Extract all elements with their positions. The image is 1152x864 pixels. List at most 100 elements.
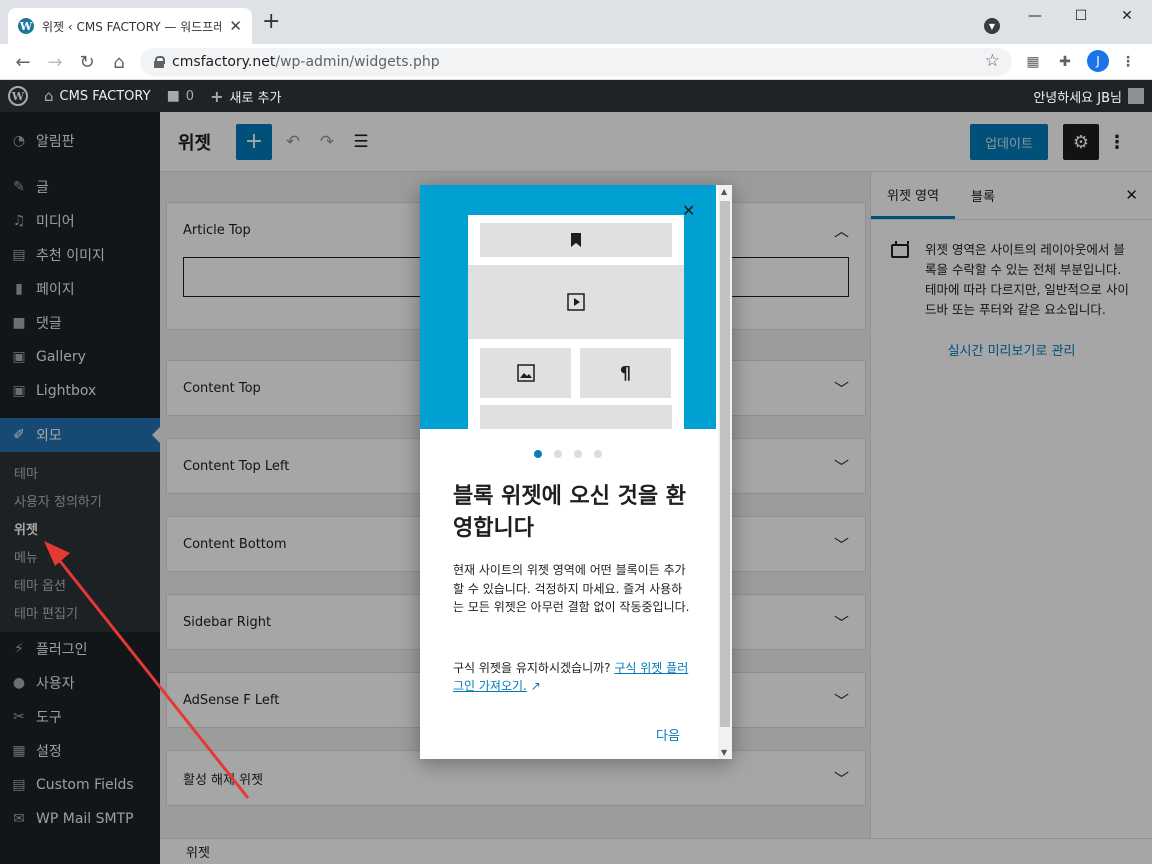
menu-comments[interactable]: ■ 댓글 (0, 306, 160, 340)
menu-wp-mail-smtp[interactable]: ✉ WP Mail SMTP (0, 802, 160, 836)
bookmark-star-icon[interactable]: ☆ (985, 51, 1000, 71)
menu-media[interactable]: ♫ 미디어 (0, 204, 160, 238)
new-content-label: 새로 추가 (229, 90, 282, 106)
menu-pages[interactable]: ▮ 페이지 (0, 272, 160, 306)
page-dot-3[interactable] (574, 450, 582, 458)
widget-area-title: Content Top (183, 380, 261, 396)
home-button[interactable]: ⌂ (106, 50, 132, 74)
user-avatar (1128, 88, 1144, 104)
chevron-down-icon[interactable]: ﹀ (834, 768, 849, 789)
menu-dashboard[interactable]: ◔ 알림판 (0, 122, 160, 160)
image-icon (480, 348, 571, 398)
site-name: CMS FACTORY (59, 88, 151, 104)
menu-tools[interactable]: ✂ 도구 (0, 700, 160, 734)
settings-gear-icon[interactable]: ⚙ (1063, 124, 1099, 160)
site-name-link[interactable]: ⌂ CMS FACTORY (36, 80, 159, 112)
comments-link[interactable]: ■ 0 (159, 80, 203, 112)
widget-area-title: Sidebar Right (183, 614, 272, 630)
menu-lightbox[interactable]: ▣ Lightbox (0, 374, 160, 408)
comments-count: 0 (185, 88, 195, 104)
video-icon (468, 265, 684, 339)
menu-posts[interactable]: ✎ 글 (0, 170, 160, 204)
add-block-button[interactable]: + (236, 123, 272, 160)
menu-featured-image[interactable]: ▤ 추천 이미지 (0, 238, 160, 272)
chevron-down-icon[interactable]: ﹀ (834, 378, 849, 399)
browser-tab[interactable]: W 위젯 ‹ CMS FACTORY — 워드프레스 ✕ (8, 8, 252, 44)
update-button[interactable]: 업데이트 (970, 124, 1048, 160)
widget-area-title: Content Top Left (183, 458, 290, 474)
wrench-icon: ✂ (13, 709, 25, 725)
browser-menu-icon[interactable]: ⋮ (1118, 52, 1138, 72)
live-preview-link[interactable]: 실시간 미리보기로 관리 (871, 340, 1152, 359)
comment-icon: ■ (12, 315, 26, 331)
undo-icon[interactable]: ↶ (276, 124, 310, 160)
chevron-down-icon[interactable]: ﹀ (834, 456, 849, 477)
chevron-down-icon[interactable]: ﹀ (834, 690, 849, 711)
new-tab-button[interactable]: + (262, 11, 280, 33)
breadcrumb[interactable]: 위젯 (186, 842, 210, 861)
page-dots (420, 450, 716, 458)
media-icon: ♫ (12, 213, 26, 229)
page-dot-2[interactable] (554, 450, 562, 458)
scroll-up-arrow-icon[interactable]: ▲ (721, 187, 727, 196)
editor-footer: 위젯 (160, 838, 1152, 864)
new-content-link[interactable]: + 새로 추가 (202, 80, 289, 112)
wp-admin-bar: W ⌂ CMS FACTORY ■ 0 + 새로 추가 안녕하세요 JB님 (0, 80, 1152, 112)
chevron-down-icon[interactable]: ﹀ (834, 612, 849, 633)
close-window-button[interactable]: ✕ (1104, 0, 1150, 32)
chevron-down-icon[interactable]: ﹀ (834, 534, 849, 555)
mail-icon: ✉ (13, 811, 25, 827)
welcome-illustration: ¶ (420, 185, 716, 429)
tab-block[interactable]: 블록 (955, 172, 1011, 219)
maximize-button[interactable]: ☐ (1058, 0, 1104, 32)
modal-body: 현재 사이트의 위젯 영역에 어떤 블록이든 추가할 수 있습니다. 걱정하지 … (453, 563, 690, 614)
submenu-widgets[interactable]: 위젯 (0, 514, 160, 542)
modal-scrollbar[interactable]: ▲ ▼ (718, 185, 732, 759)
list-view-icon[interactable]: ☰ (344, 124, 378, 160)
comment-bubble-icon: ■ (166, 88, 180, 104)
submenu-menus[interactable]: 메뉴 (0, 542, 160, 570)
submenu-themes[interactable]: 테마 (0, 458, 160, 486)
menu-gallery[interactable]: ▣ Gallery (0, 340, 160, 374)
reload-button[interactable]: ↻ (74, 50, 100, 74)
submenu-customize[interactable]: 사용자 정의하기 (0, 486, 160, 514)
widget-area-icon (891, 241, 909, 258)
submenu-theme-options[interactable]: 테마 옵션 (0, 570, 160, 598)
scroll-down-arrow-icon[interactable]: ▼ (721, 748, 727, 757)
menu-users[interactable]: ● 사용자 (0, 666, 160, 700)
tab-widget-areas[interactable]: 위젯 영역 (871, 172, 955, 219)
plugin-icon: ⚡ (14, 641, 24, 657)
qr-code-icon[interactable]: ▦ (1023, 52, 1043, 72)
close-icon[interactable]: ✕ (682, 201, 695, 220)
forward-button[interactable]: → (42, 50, 68, 74)
extensions-puzzle-icon[interactable]: ✚ (1055, 52, 1075, 72)
account-menu[interactable]: 안녕하세요 JB님 (1033, 87, 1152, 106)
page-dot-1[interactable] (534, 450, 542, 458)
page-dot-4[interactable] (594, 450, 602, 458)
menu-plugins[interactable]: ⚡ 플러그인 (0, 632, 160, 666)
paragraph-icon: ¶ (580, 348, 671, 398)
settings-sidebar: 위젯 영역 블록 ✕ 위젯 영역은 사이트의 레이아웃에서 블록을 수락할 수 … (870, 172, 1152, 838)
menu-appearance[interactable]: ✐ 외모 (0, 418, 160, 452)
menu-custom-fields[interactable]: ▤ Custom Fields (0, 768, 160, 802)
illustration-block (480, 405, 672, 429)
chevron-up-icon[interactable]: ︿ (834, 220, 849, 241)
widget-area-title: Content Bottom (183, 536, 287, 552)
address-bar[interactable]: cmsfactory.net/wp-admin/widgets.php ☆ (140, 48, 1012, 76)
external-link-icon: ↗ (530, 679, 541, 693)
next-button[interactable]: 다음 (656, 725, 680, 744)
profile-avatar[interactable]: J (1087, 50, 1109, 72)
close-icon[interactable]: ✕ (1125, 186, 1138, 204)
modal-heading: 블록 위젯에 오신 것을 환영합니다 (453, 484, 687, 541)
scrollbar-thumb[interactable] (720, 201, 730, 727)
submenu-theme-editor[interactable]: 테마 편집기 (0, 598, 160, 626)
redo-icon[interactable]: ↷ (310, 124, 344, 160)
menu-settings[interactable]: ▦ 설정 (0, 734, 160, 768)
back-button[interactable]: ← (10, 50, 36, 74)
tab-close-icon[interactable]: ✕ (229, 17, 242, 35)
more-options-icon[interactable]: ⋮ (1106, 124, 1128, 160)
settings-icon: ▦ (12, 743, 26, 759)
minimize-button[interactable]: — (1012, 0, 1058, 32)
wp-logo-menu[interactable]: W (0, 80, 36, 112)
tab-search-icon[interactable]: ▼ (984, 18, 1000, 34)
